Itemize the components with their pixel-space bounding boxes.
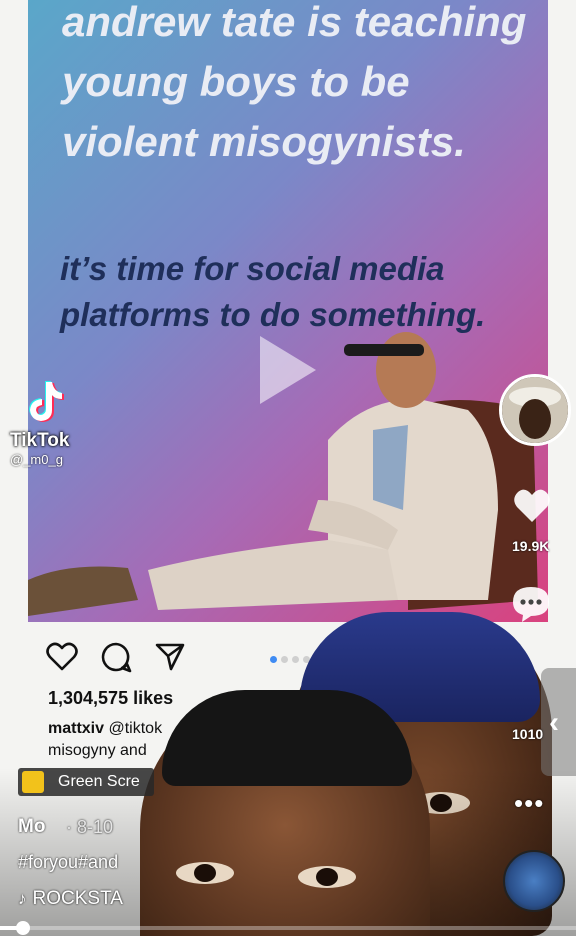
like-heart-icon[interactable] (512, 486, 552, 526)
eye-left (176, 862, 234, 884)
tiktok-logo-icon (29, 381, 64, 422)
carousel-dot (270, 656, 277, 663)
more-icon[interactable]: ••• (514, 788, 544, 819)
like-count: 19.9K (512, 538, 550, 554)
post-headline: andrew tate is teaching young boys to be… (62, 0, 527, 165)
music-note-icon: ♪ (18, 889, 27, 908)
side-panel-handle[interactable]: ‹ (541, 668, 576, 776)
comment-count: 1010 (512, 726, 544, 742)
effect-label: Green Scre (58, 773, 140, 790)
caption-username[interactable]: mattxiv (48, 720, 104, 737)
sound-name: ROCKSTA (32, 888, 123, 909)
likes-count[interactable]: 1,304,575 likes (48, 688, 173, 709)
carousel-dot (292, 656, 299, 663)
avatar-illustration (502, 377, 568, 443)
video-date: · 8-10 (66, 817, 114, 837)
caption-line-2: misogyny and (48, 742, 147, 759)
caption-line: mattxiv @tiktok (48, 720, 162, 738)
tiktok-brand-label: TikTok (10, 430, 70, 451)
heart-icon[interactable] (46, 641, 78, 671)
video-hashtags[interactable]: #foryou#and (18, 852, 118, 873)
caption-text: @tiktok (108, 720, 163, 737)
video-username[interactable]: Mo (18, 816, 45, 838)
play-icon[interactable] (260, 336, 316, 404)
comment-bubble-icon[interactable] (510, 584, 552, 624)
comment-icon[interactable] (100, 641, 132, 673)
tiktok-handle-label: @_m0_g (10, 452, 63, 467)
creator-avatar[interactable] (499, 374, 571, 446)
durag-front (162, 690, 412, 786)
video-progress-bar[interactable] (0, 921, 576, 935)
effect-icon (22, 771, 44, 793)
progress-knob[interactable] (16, 921, 31, 935)
video-sound[interactable]: ♪ ROCKSTA (18, 888, 123, 910)
post-image[interactable]: andrew tate is teaching young boys to be… (28, 0, 548, 622)
sound-disc[interactable] (503, 850, 565, 912)
eye-right (298, 866, 356, 888)
chevron-left-icon: ‹ (549, 706, 559, 739)
carousel-dot (281, 656, 288, 663)
effect-chip[interactable]: Green Scre (18, 768, 154, 796)
share-icon[interactable] (154, 641, 186, 671)
